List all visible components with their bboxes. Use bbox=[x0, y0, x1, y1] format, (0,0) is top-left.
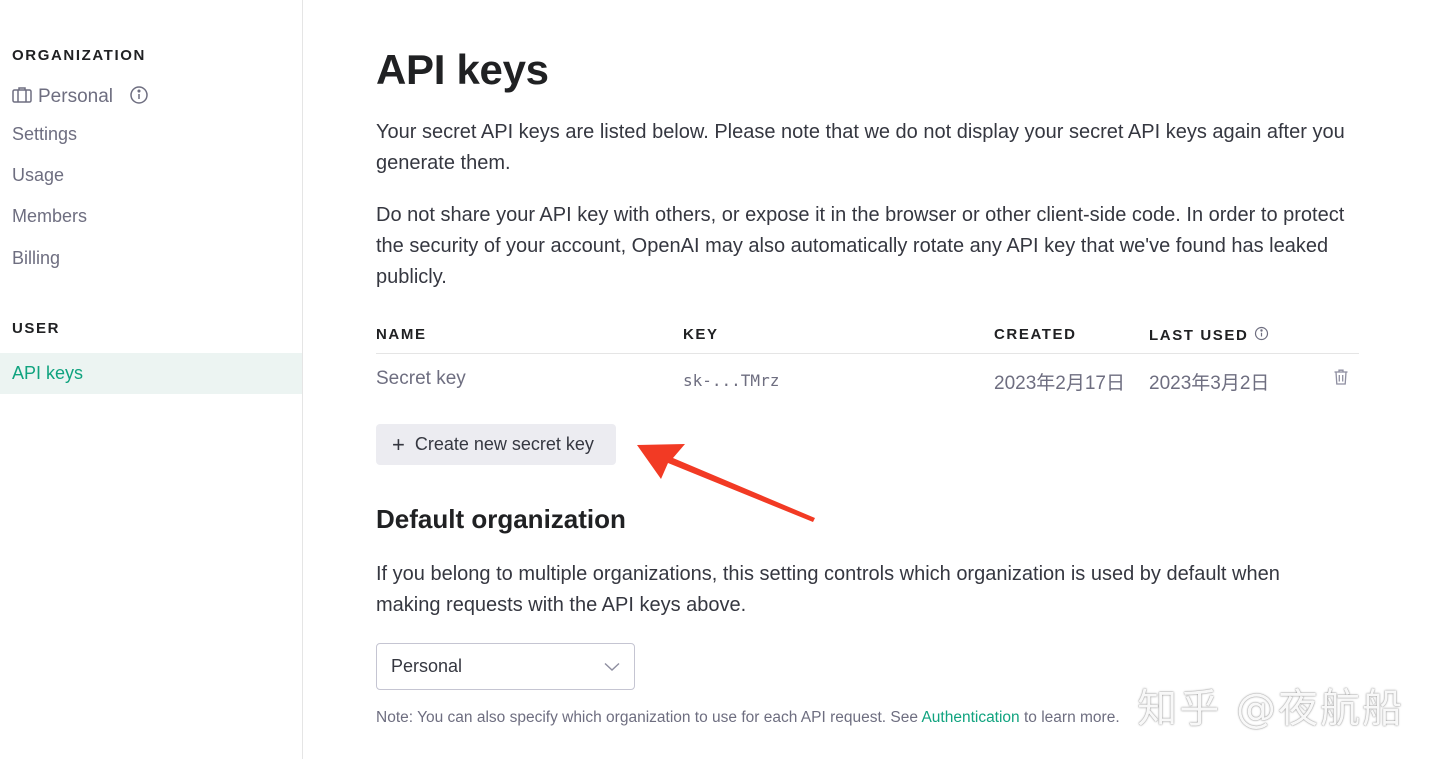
sidebar: ORGANIZATION Personal Settings Usage Mem… bbox=[0, 0, 303, 759]
default-org-title: Default organization bbox=[376, 504, 626, 534]
sidebar-item-usage[interactable]: Usage bbox=[0, 155, 302, 196]
plus-icon: + bbox=[392, 431, 405, 457]
info-icon[interactable] bbox=[1254, 326, 1269, 345]
column-header-created: CREATED bbox=[994, 326, 1077, 343]
org-switcher[interactable]: Personal bbox=[12, 84, 149, 110]
column-header-name: NAME bbox=[376, 326, 427, 343]
sidebar-item-billing[interactable]: Billing bbox=[0, 238, 302, 279]
trash-icon[interactable] bbox=[1333, 368, 1349, 391]
org-name: Personal bbox=[38, 86, 113, 107]
user-heading: USER bbox=[12, 320, 61, 337]
sidebar-item-label: Settings bbox=[12, 124, 78, 144]
key-value-cell: sk-...TMrz bbox=[683, 371, 780, 390]
main-content: API keys Your secret API keys are listed… bbox=[303, 0, 1440, 759]
warning-paragraph: Do not share your API key with others, o… bbox=[376, 204, 1345, 288]
sidebar-item-label: Members bbox=[12, 206, 88, 226]
sidebar-item-settings[interactable]: Settings bbox=[0, 114, 302, 155]
app-root: ORGANIZATION Personal Settings Usage Mem… bbox=[0, 0, 1440, 759]
column-header-label: LAST USED bbox=[1149, 327, 1249, 344]
table-header-divider bbox=[376, 353, 1359, 354]
sidebar-item-label: Usage bbox=[12, 165, 65, 185]
last-used-cell: 2023年3月2日 bbox=[1149, 373, 1270, 394]
intro-paragraph: Your secret API keys are listed below. P… bbox=[376, 121, 1345, 174]
default-org-select[interactable]: Personal bbox=[376, 643, 635, 690]
selected-org-value: Personal bbox=[391, 656, 463, 676]
create-secret-key-button[interactable]: + Create new secret key bbox=[376, 424, 616, 465]
info-icon[interactable] bbox=[129, 85, 149, 110]
chevron-down-icon bbox=[604, 656, 620, 677]
create-button-label: Create new secret key bbox=[414, 434, 594, 454]
auth-note: Note: You can also specify which organiz… bbox=[376, 709, 1120, 727]
page-title: API keys bbox=[376, 46, 549, 93]
sidebar-item-members[interactable]: Members bbox=[0, 196, 302, 237]
organization-heading: ORGANIZATION bbox=[12, 47, 146, 64]
sidebar-item-label: Billing bbox=[12, 248, 61, 268]
column-header-key: KEY bbox=[683, 326, 719, 343]
key-name-cell: Secret key bbox=[376, 368, 466, 389]
watermark: 知乎 @夜航船 bbox=[1137, 686, 1404, 732]
default-org-description: If you belong to multiple organizations,… bbox=[376, 563, 1280, 616]
annotation-arrow-icon bbox=[637, 444, 815, 522]
column-header-last-used: LAST USED bbox=[1149, 326, 1269, 345]
authentication-link[interactable]: Authentication bbox=[921, 709, 1019, 726]
note-text-end: to learn more. bbox=[1019, 709, 1120, 726]
sidebar-item-api-keys[interactable]: API keys bbox=[0, 353, 302, 394]
sidebar-item-label: API keys bbox=[12, 363, 84, 383]
note-text: Note: You can also specify which organiz… bbox=[376, 709, 922, 726]
created-cell: 2023年2月17日 bbox=[994, 373, 1125, 394]
briefcase-icon bbox=[12, 86, 32, 109]
